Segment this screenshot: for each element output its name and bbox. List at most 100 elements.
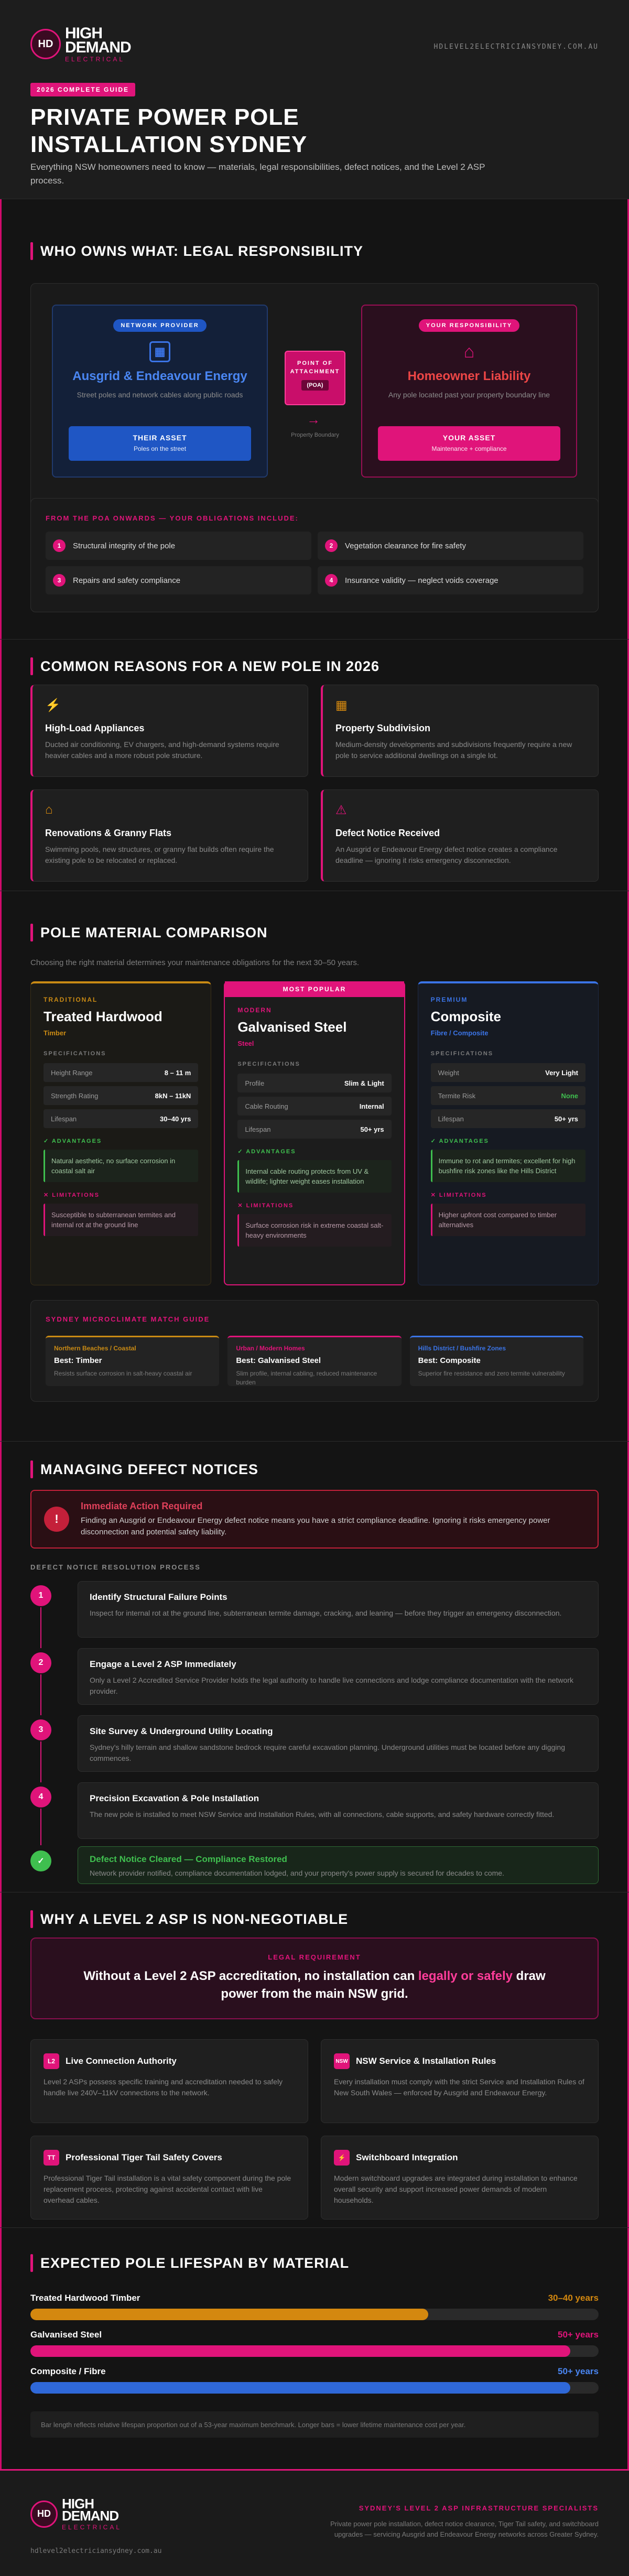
reason-card-defect: ⚠ Defect Notice Received An Ausgrid or E… [321,789,599,882]
footer-logo[interactable]: HD HIGH DEMAND ELECTRICAL [30,2497,122,2530]
ownership-diagram: NETWORK PROVIDER ▦ Ausgrid & Endeavour E… [30,283,599,514]
spec-key: Cable Routing [245,1102,288,1110]
reason-desc: An Ausgrid or Endeavour Energy defect no… [335,845,558,864]
process-step: 3 Site Survey & Underground Utility Loca… [30,1715,599,1782]
obligation-text: Vegetation clearance for fire safety [345,541,466,550]
lifespan-bar-fill [30,2382,570,2394]
limitations-label: ✕ LIMITATIONS [430,1192,487,1198]
obligation-number: 2 [325,539,338,552]
reason-card-renovations: ⌂ Renovations & Granny Flats Swimming po… [30,789,308,882]
step-title: Site Survey & Underground Utility Locati… [90,1726,273,1736]
specs-label: SPECIFICATIONS [237,1061,300,1067]
obligation-number: 1 [53,539,66,552]
process-step: 4 Precision Excavation & Pole Installati… [30,1782,599,1845]
footer-site-link[interactable]: hdlevel2electriciansydney.com.au [30,2547,161,2555]
asp-section: WHY A LEVEL 2 ASP IS NON-NEGOTIABLE LEGA… [0,1892,629,2228]
lifespan-note: Bar length reflects relative lifespan pr… [30,2411,599,2438]
advantages-label: ✓ ADVANTAGES [237,1149,296,1155]
process-title: DEFECT NOTICE RESOLUTION PROCESS [30,1563,201,1571]
poa-code: (POA) [301,380,329,391]
obligations-panel: FROM THE POA ONWARDS — YOUR OBLIGATIONS … [30,498,599,612]
materials-title: POLE MATERIAL COMPARISON [30,924,599,941]
obligations-title: FROM THE POA ONWARDS — YOUR OBLIGATIONS … [46,514,299,522]
material-name: Treated Hardwood [44,1009,162,1024]
spec-key: Lifespan [438,1114,464,1123]
page-title: PRIVATE POWER POLE INSTALLATION SYDNEY [30,104,308,157]
asp-card-desc: Level 2 ASPs possess specific training a… [44,2077,283,2097]
microclimate-best: Best: Galvanised Steel [236,1356,321,1365]
step-number: 4 [30,1787,51,1807]
guide-tag: 2026 COMPLETE GUIDE [30,83,136,96]
defect-alert: ! Immediate Action Required Finding an A… [30,1490,599,1549]
reason-title: Property Subdivision [335,723,431,733]
reason-title: Renovations & Granny Flats [45,828,172,838]
switchboard-icon: ⚡ [334,2150,350,2166]
spec-key: Profile [245,1079,265,1087]
microclimate-item: Northern Beaches / Coastal Best: Timber … [46,1336,220,1386]
requirement-text: Without a Level 2 ASP accreditation, no … [83,1969,546,2001]
lightning-icon: ⚡ [45,698,61,712]
microclimate-why: Superior fire resistance and zero termit… [418,1370,565,1377]
tiger-tail-icon: TT [44,2150,59,2166]
page-subtitle: Everything NSW homeowners need to know —… [30,162,485,186]
step-connector [40,1607,41,1648]
obligation-item: 2 Vegetation clearance for fire safety [318,532,583,560]
spec-row: Lifespan 30–40 yrs [44,1109,199,1128]
lifespan-bar [30,2345,599,2357]
alert-icon: ! [44,1507,69,1532]
advantages-text: Internal cable routing protects from UV … [237,1160,392,1193]
advantages-text: Natural aesthetic, no surface corrosion … [44,1150,199,1182]
step-number: 2 [30,1652,51,1673]
level2-badge-icon: L2 [44,2053,59,2069]
step-connector [40,1674,41,1715]
site-logo[interactable]: HD HIGH DEMAND ELECTRICAL [30,26,132,62]
materials-intro: Choosing the right material determines y… [30,958,360,967]
obligation-text: Insurance validity — neglect voids cover… [345,576,498,585]
limitations-text: Surface corrosion risk in extreme coasta… [237,1214,392,1247]
owner-asset-sub: Maintenance + compliance [431,445,507,452]
spec-row: Lifespan 50+ yrs [430,1109,585,1128]
provider-card: NETWORK PROVIDER ▦ Ausgrid & Endeavour E… [52,305,268,478]
provider-name: Ausgrid & Endeavour Energy [72,369,247,383]
asp-card: L2 Live Connection Authority Level 2 ASPs… [30,2039,308,2123]
spec-key: Termite Risk [438,1091,476,1100]
microclimate-best: Best: Timber [54,1356,102,1365]
reasons-section: COMMON REASONS FOR A NEW POLE IN 2026 ⚡ … [0,640,629,891]
check-icon: ✓ [30,1850,51,1871]
asp-card-title: NSW Service & Installation Rules [356,2056,496,2066]
obligation-item: 4 Insurance validity — neglect voids cove… [318,566,583,594]
owner-name: Homeowner Liability [407,369,531,383]
owner-asset-title: YOUR ASSET [442,434,496,442]
lifespan-title: EXPECTED POLE LIFESPAN BY MATERIAL [30,2254,599,2272]
owner-card: YOUR RESPONSIBILITY ⌂ Homeowner Liabilit… [361,305,577,478]
material-level: TRADITIONAL [44,996,98,1003]
step-title: Engage a Level 2 ASP Immediately [90,1659,236,1669]
step-desc: Sydney's hilly terrain and shallow sands… [90,1743,565,1762]
material-card-steel: MOST POPULAR MODERN Galvanised Steel Ste… [224,981,405,1285]
asp-card: TT Professional Tiger Tail Safety Covers … [30,2136,308,2220]
spec-value: 8 – 11 m [164,1068,191,1077]
spec-value: 50+ yrs [554,1114,578,1123]
requirement-label: LEGAL REQUIREMENT [268,1953,361,1961]
spec-row: Profile Slim & Light [237,1074,392,1092]
advantages-text: Immune to rot and termites; excellent fo… [430,1150,585,1182]
obligation-number: 3 [53,574,66,587]
spec-value: 30–40 yrs [160,1114,191,1123]
specs-label: SPECIFICATIONS [44,1051,106,1057]
lifespan-value: 50+ years [558,2330,599,2340]
spec-row: Weight Very Light [430,1063,585,1082]
material-card-hardwood: TRADITIONAL Treated Hardwood Timber SPEC… [30,981,212,1285]
provider-pill: NETWORK PROVIDER [113,319,207,332]
poa-badge: POINT OF ATTACHMENT (POA) [285,351,345,405]
lifespan-bar-fill [30,2309,428,2320]
lifespan-bar-fill [30,2345,570,2357]
lifespan-bar-row: Galvanised Steel 50+ years [30,2330,599,2357]
defects-title: MANAGING DEFECT NOTICES [30,1460,599,1478]
process-step-complete: ✓ Defect Notice Cleared — Compliance Res… [30,1846,599,1884]
microclimate-title: SYDNEY MICROCLIMATE MATCH GUIDE [46,1315,210,1323]
header-site-link[interactable]: HDLEVEL2ELECTRICIANSYDNEY.COM.AU [434,43,599,51]
warning-icon: ⚠ [335,803,347,817]
spec-key: Strength Rating [51,1091,99,1100]
logo-word-demand: DEMAND [62,2508,119,2524]
asp-card-title: Switchboard Integration [356,2152,458,2162]
